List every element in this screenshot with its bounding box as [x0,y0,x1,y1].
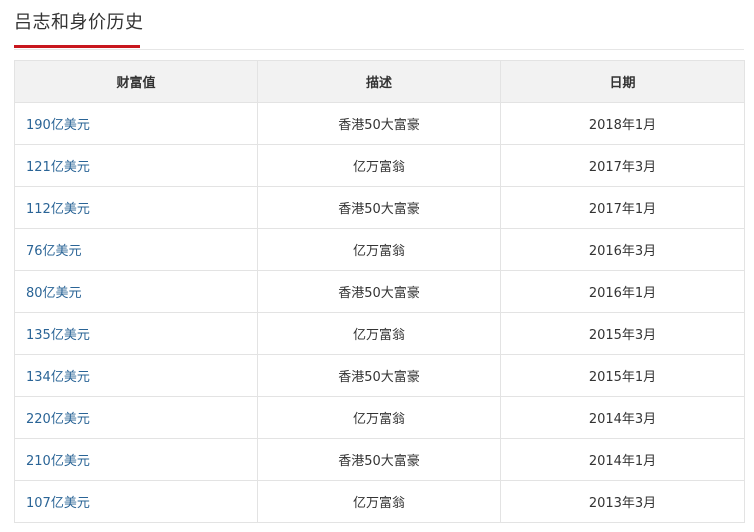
description-cell: 香港50大富豪 [257,354,501,397]
date-cell: 2014年1月 [500,438,745,481]
date-cell: 2015年1月 [500,354,745,397]
section-title: 吕志和身价历史 [14,12,144,33]
header-date: 日期 [500,60,745,103]
header-wealth: 财富值 [14,60,258,103]
description-cell: 亿万富翁 [257,144,501,187]
description-cell: 香港50大富豪 [257,438,501,481]
wealth-link[interactable]: 210亿美元 [26,454,90,469]
wealth-cell: 220亿美元 [14,396,258,439]
section-header: 吕志和身价历史 [14,0,744,50]
table-row: 190亿美元 香港50大富豪 2018年1月 [14,102,745,145]
section-title-underline [14,45,140,48]
date-cell: 2016年1月 [500,270,745,313]
description-cell: 亿万富翁 [257,396,501,439]
wealth-cell: 76亿美元 [14,228,258,271]
table-row: 107亿美元 亿万富翁 2013年3月 [14,480,745,523]
description-cell: 香港50大富豪 [257,186,501,229]
table-row: 76亿美元 亿万富翁 2016年3月 [14,228,745,271]
description-cell: 香港50大富豪 [257,102,501,145]
description-cell: 亿万富翁 [257,312,501,355]
date-cell: 2014年3月 [500,396,745,439]
wealth-cell: 190亿美元 [14,102,258,145]
wealth-cell: 112亿美元 [14,186,258,229]
table-row: 210亿美元 香港50大富豪 2014年1月 [14,438,745,481]
wealth-link[interactable]: 121亿美元 [26,160,90,175]
date-cell: 2018年1月 [500,102,745,145]
date-cell: 2017年3月 [500,144,745,187]
table-row: 112亿美元 香港50大富豪 2017年1月 [14,186,745,229]
wealth-link[interactable]: 80亿美元 [26,286,82,301]
table-row: 80亿美元 香港50大富豪 2016年1月 [14,270,745,313]
wealth-cell: 107亿美元 [14,480,258,523]
table-row: 134亿美元 香港50大富豪 2015年1月 [14,354,745,397]
description-cell: 香港50大富豪 [257,270,501,313]
date-cell: 2013年3月 [500,480,745,523]
wealth-link[interactable]: 112亿美元 [26,202,90,217]
table-row: 220亿美元 亿万富翁 2014年3月 [14,396,745,439]
date-cell: 2016年3月 [500,228,745,271]
wealth-link[interactable]: 107亿美元 [26,496,90,511]
table-header-row: 财富值 描述 日期 [14,60,745,103]
header-description: 描述 [257,60,501,103]
description-cell: 亿万富翁 [257,228,501,271]
table-row: 121亿美元 亿万富翁 2017年3月 [14,144,745,187]
wealth-link[interactable]: 76亿美元 [26,244,82,259]
date-cell: 2015年3月 [500,312,745,355]
wealth-link[interactable]: 190亿美元 [26,118,90,133]
wealth-link[interactable]: 135亿美元 [26,328,90,343]
wealth-link[interactable]: 134亿美元 [26,370,90,385]
date-cell: 2017年1月 [500,186,745,229]
wealth-cell: 80亿美元 [14,270,258,313]
wealth-history-table: 财富值 描述 日期 190亿美元 香港50大富豪 2018年1月 121亿美元 … [14,60,745,523]
table-row: 135亿美元 亿万富翁 2015年3月 [14,312,745,355]
description-cell: 亿万富翁 [257,480,501,523]
wealth-cell: 210亿美元 [14,438,258,481]
wealth-cell: 121亿美元 [14,144,258,187]
table-body: 190亿美元 香港50大富豪 2018年1月 121亿美元 亿万富翁 2017年… [14,102,745,523]
wealth-cell: 134亿美元 [14,354,258,397]
wealth-link[interactable]: 220亿美元 [26,412,90,427]
wealth-cell: 135亿美元 [14,312,258,355]
